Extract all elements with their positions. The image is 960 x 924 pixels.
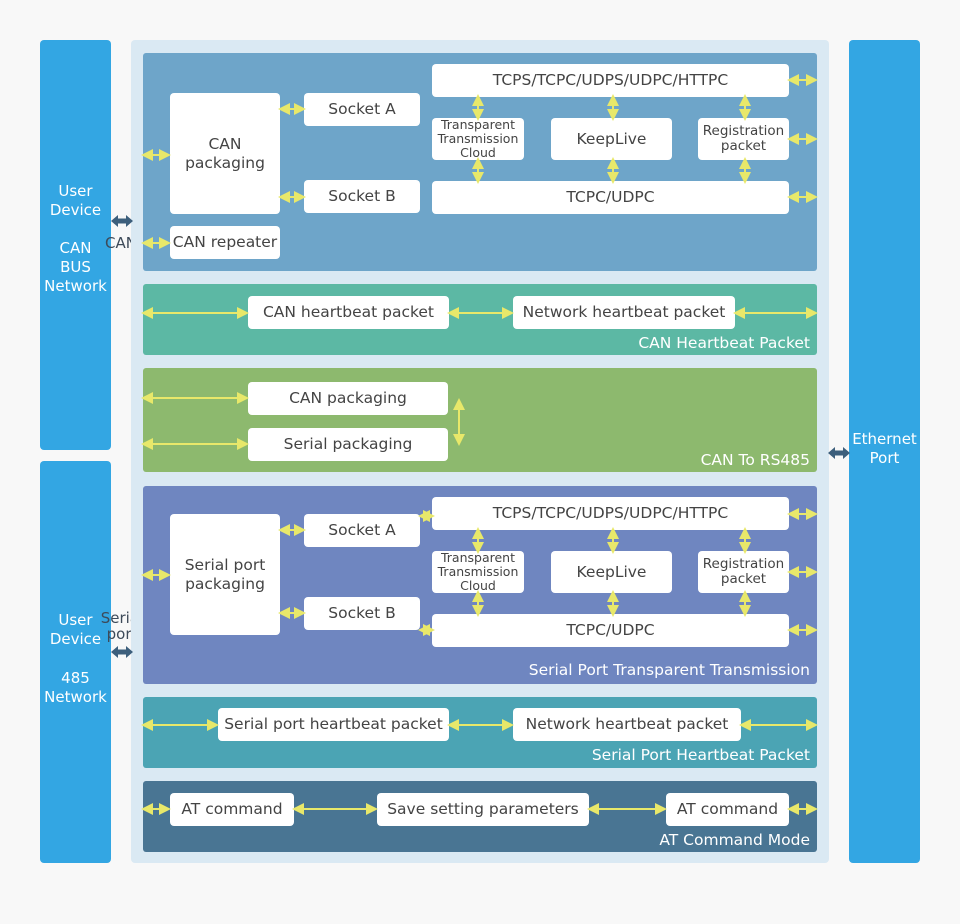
side-text-network: Network: [44, 277, 107, 295]
registration-line2: packet: [720, 571, 767, 587]
serial-packaging-box: Serial port packaging: [170, 514, 280, 635]
can-heartbeat-box: CAN heartbeat packet: [248, 296, 449, 329]
can-heartbeat-title: CAN Heartbeat Packet: [638, 334, 810, 352]
can-socket-b-box: Socket B: [304, 180, 420, 213]
serial-protocols-box: TCPS/TCPC/UDPS/UDPC/HTTPC: [432, 497, 789, 530]
at-command-box-left: AT command: [170, 793, 294, 826]
registration-line1: Registration: [702, 556, 785, 572]
side-text-485: 485: [61, 669, 90, 687]
ethernet-port: Ethernet Port: [849, 40, 920, 863]
serial-packaging-box: Serial packaging: [248, 428, 448, 461]
network-heartbeat-box: Network heartbeat packet: [513, 296, 735, 329]
cloud-line1: Transparent: [440, 550, 515, 565]
can-protocols-box: TCPS/TCPC/UDPS/UDPC/HTTPC: [432, 64, 789, 97]
at-command-title: AT Command Mode: [659, 831, 810, 849]
can-cloud-box: Transparent Transmission Cloud: [432, 118, 524, 160]
can-tcpc-udpc-box: TCPC/UDPC: [432, 181, 789, 214]
serial-heartbeat-title: Serial Port Heartbeat Packet: [591, 746, 810, 764]
can-socket-a-box: Socket A: [304, 93, 420, 126]
side-text-network: Network: [44, 688, 107, 706]
serial-cloud-box: Transparent Transmission Cloud: [432, 551, 524, 593]
serial-socket-a-box: Socket A: [304, 514, 420, 547]
external-connector-arrow: [111, 646, 133, 658]
cloud-line2: Transmission: [437, 131, 519, 146]
side-text-port: Port: [869, 449, 900, 467]
side-text-bus: BUS: [60, 258, 91, 276]
at-command-box-right: AT command: [666, 793, 789, 826]
side-text-user: User: [58, 182, 93, 200]
cloud-line1: Transparent: [440, 117, 515, 132]
cloud-line3: Cloud: [460, 145, 496, 160]
can-to-rs485-title: CAN To RS485: [700, 451, 810, 469]
side-text-ethernet: Ethernet: [852, 430, 917, 448]
cloud-line2: Transmission: [437, 564, 519, 579]
can-packaging-line1: CAN: [208, 134, 242, 153]
can-repeater-box: CAN repeater: [170, 226, 280, 259]
side-text-device: Device: [49, 201, 102, 219]
can-registration-box: Registration packet: [698, 118, 789, 160]
can-packaging-rs485-box: CAN packaging: [248, 382, 448, 415]
serial-heartbeat-box: Serial port heartbeat packet: [218, 708, 449, 741]
registration-line1: Registration: [702, 123, 785, 139]
serial-packaging-line2: packaging: [185, 574, 265, 593]
external-connector-arrow: [828, 447, 850, 459]
serial-registration-box: Registration packet: [698, 551, 789, 593]
user-device-can-bus-network: User Device CAN BUS Network: [40, 40, 111, 450]
external-connector-arrow: [111, 215, 133, 227]
serial-socket-b-box: Socket B: [304, 597, 420, 630]
serial-transparent-title: Serial Port Transparent Transmission: [528, 661, 810, 679]
can-packaging-box: CAN packaging: [170, 93, 280, 214]
cloud-line3: Cloud: [460, 578, 496, 593]
can-packaging-line2: packaging: [185, 153, 265, 172]
serial-tcpc-udpc-box: TCPC/UDPC: [432, 614, 789, 647]
serial-keeplive-box: KeepLive: [551, 551, 672, 593]
serial-packaging-line1: Serial port: [184, 555, 266, 574]
save-setting-parameters-box: Save setting parameters: [377, 793, 589, 826]
network-heartbeat-box: Network heartbeat packet: [513, 708, 741, 741]
can-keeplive-box: KeepLive: [551, 118, 672, 160]
side-text-can: CAN: [59, 239, 92, 257]
user-device-485-network: User Device 485 Network: [40, 461, 111, 863]
registration-line2: packet: [720, 138, 767, 154]
